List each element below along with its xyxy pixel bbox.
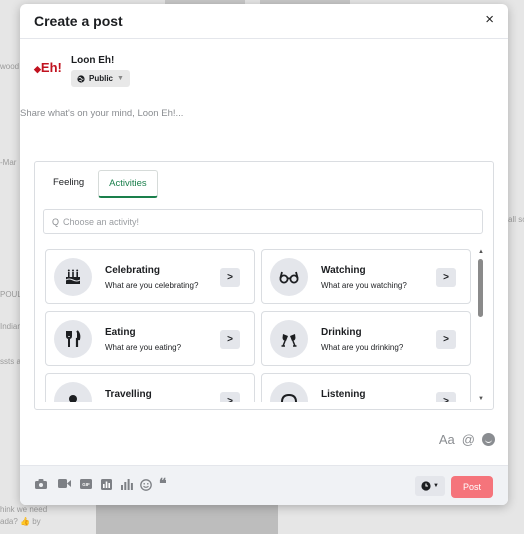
maple-leaf-icon: ◆ <box>34 64 41 74</box>
activity-grid: Celebrating What are you celebrating? > … <box>45 249 473 402</box>
birthday-cake-icon <box>54 258 92 296</box>
tab-feeling[interactable]: Feeling <box>43 170 94 198</box>
background-snippet: hink we need <box>0 505 48 514</box>
privacy-label: Public <box>89 74 114 83</box>
background-snippet: -Mar <box>0 158 17 167</box>
activity-card-celebrating[interactable]: Celebrating What are you celebrating? > <box>45 249 255 304</box>
activity-subtitle: What are you watching? <box>321 281 407 290</box>
panel-tabs: Feeling Activities <box>43 170 158 198</box>
gif-icon[interactable]: GIF <box>80 479 92 492</box>
poll-icon[interactable] <box>121 479 133 493</box>
author-logo: ◆Eh! <box>34 60 62 75</box>
map-pin-icon <box>54 382 92 402</box>
quote-icon[interactable]: ❝ <box>159 475 167 492</box>
emoji-icon[interactable] <box>482 433 495 446</box>
chevron-right-icon: > <box>436 330 456 349</box>
video-icon[interactable] <box>58 479 71 491</box>
background-snippet: wood <box>0 62 20 71</box>
activity-subtitle: What are you drinking? <box>321 343 404 352</box>
activity-card-eating[interactable]: Eating What are you eating? > <box>45 311 255 366</box>
activity-title: Celebrating <box>105 265 161 276</box>
caret-down-icon: ▼ <box>433 483 439 489</box>
utensils-icon <box>54 320 92 358</box>
activity-card-travelling[interactable]: Travelling > <box>45 373 255 402</box>
chevron-right-icon: > <box>220 268 240 287</box>
tab-activities[interactable]: Activities <box>98 170 158 198</box>
modal-title: Create a post <box>34 13 123 29</box>
chevron-right-icon: > <box>436 392 456 402</box>
activity-card-watching[interactable]: Watching What are you watching? > <box>261 249 471 304</box>
globe-icon <box>77 74 85 83</box>
bar-chart-icon[interactable] <box>101 479 112 493</box>
scroll-down-icon[interactable]: ▼ <box>478 396 484 402</box>
caret-down-icon: ▼ <box>117 75 124 82</box>
text-tools: Aa @ <box>439 432 495 447</box>
feeling-activity-panel: Feeling Activities Q Celebrating What ar… <box>34 161 494 410</box>
background-snippet: all sc <box>508 215 524 224</box>
activity-title: Eating <box>105 327 136 338</box>
schedule-post-button[interactable]: ▼ <box>415 476 445 496</box>
post-button[interactable]: Post <box>451 476 493 498</box>
gif-label: GIF <box>82 482 90 487</box>
camera-icon[interactable] <box>35 479 47 492</box>
activity-subtitle: What are you celebrating? <box>105 281 199 290</box>
activity-scrollbar[interactable]: ▲ ▼ <box>477 249 485 402</box>
chevron-right-icon: > <box>436 268 456 287</box>
activity-title: Travelling <box>105 389 152 400</box>
activity-title: Drinking <box>321 327 362 338</box>
privacy-selector[interactable]: Public ▼ <box>71 70 130 87</box>
composer-toolbar: GIF ❝ ▼ Post <box>20 465 508 505</box>
glasses-icon <box>270 258 308 296</box>
clock-icon <box>421 481 431 491</box>
background-photo <box>96 505 278 534</box>
composer-placeholder: Share what's on your mind, Loon Eh!... <box>20 108 184 119</box>
activity-title: Listening <box>321 389 366 400</box>
scrollbar-thumb[interactable] <box>478 259 483 317</box>
close-button[interactable]: × <box>485 11 494 28</box>
smiley-icon[interactable] <box>140 479 152 494</box>
headphones-icon <box>270 382 308 402</box>
post-composer[interactable]: Share what's on your mind, Loon Eh!... <box>20 108 183 119</box>
scroll-up-icon[interactable]: ▲ <box>478 249 484 255</box>
background-snippet: ssts a <box>0 357 21 366</box>
mention-button[interactable]: @ <box>462 432 475 447</box>
activity-subtitle: What are you eating? <box>105 343 182 352</box>
activity-search-input[interactable] <box>63 216 444 227</box>
activity-card-drinking[interactable]: Drinking What are you drinking? > <box>261 311 471 366</box>
modal-header: Create a post × <box>20 4 508 39</box>
post-author: ◆Eh! Loon Eh! Public ▼ <box>34 52 334 92</box>
activity-title: Watching <box>321 265 366 276</box>
search-icon: Q <box>52 216 60 227</box>
background-snippet: Indian <box>0 322 22 331</box>
author-name: Loon Eh! <box>71 55 115 66</box>
background-snippet: ada? 👍 by <box>0 517 41 526</box>
chevron-right-icon: > <box>220 330 240 349</box>
activity-card-listening[interactable]: Listening > <box>261 373 471 402</box>
activity-search[interactable]: Q <box>43 209 483 234</box>
chevron-right-icon: > <box>220 392 240 402</box>
font-style-button[interactable]: Aa <box>439 432 455 447</box>
cheers-icon <box>270 320 308 358</box>
create-post-modal: Create a post × ◆Eh! Loon Eh! Public ▼ S… <box>20 4 508 505</box>
